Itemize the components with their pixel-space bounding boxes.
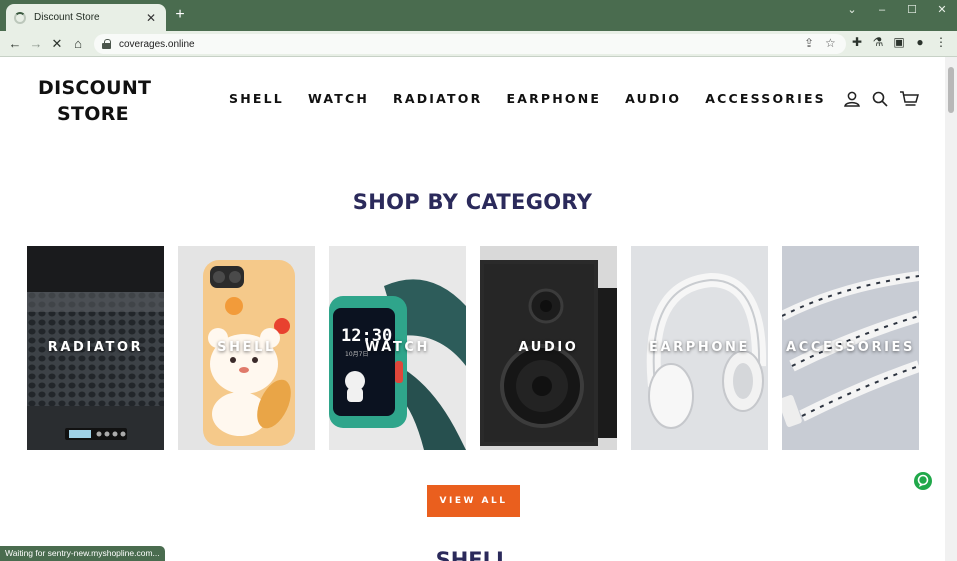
category-card-shell[interactable]: SHELL — [178, 246, 315, 450]
browser-toolbar: ← → ✕ ⌂ coverages.online ⇪ ☆ ✚ ⚗ ▣ ● ⋮ — [0, 31, 957, 57]
category-card-radiator[interactable]: RADIATOR — [27, 246, 164, 450]
logo-line-1: DISCOUNT — [38, 77, 152, 99]
search-icon[interactable] — [871, 90, 889, 108]
url-text: coverages.online — [119, 38, 195, 50]
category-card-audio[interactable]: AUDIO — [480, 246, 617, 450]
browser-status-bar: Waiting for sentry-new.myshopline.com... — [0, 546, 165, 561]
logo-line-2: STORE — [57, 103, 129, 125]
category-label: EARPHONE — [649, 340, 750, 355]
loading-spinner-icon — [14, 11, 26, 24]
page-scrollbar[interactable] — [945, 57, 957, 561]
nav-item-shell[interactable]: SHELL — [229, 91, 284, 106]
shop-by-category-title: SHOP BY CATEGORY — [352, 190, 593, 214]
category-label: AUDIO — [518, 340, 579, 355]
menu-kebab-icon[interactable]: ⋮ — [933, 35, 949, 49]
forward-arrow-icon[interactable]: → — [27, 35, 45, 53]
extensions-icon[interactable]: ✚ — [849, 35, 865, 49]
web-page: DISCOUNT STORE SHELL WATCH RADIATOR EARP… — [0, 57, 945, 561]
new-tab-button[interactable]: + — [172, 7, 188, 23]
share-icon[interactable]: ⇪ — [804, 36, 814, 50]
tab-search-icon[interactable]: ⌄ — [837, 0, 867, 20]
nav-item-earphone[interactable]: EARPHONE — [506, 91, 601, 106]
lock-icon — [102, 39, 111, 49]
view-all-button[interactable]: VIEW ALL — [427, 485, 520, 517]
close-window-button[interactable]: ✕ — [927, 0, 957, 20]
category-grid: RADIATOR SHELL 12:30 10月7日 WATCH AUDIO E… — [27, 246, 919, 450]
back-arrow-icon[interactable]: ← — [6, 35, 24, 53]
category-label: WATCH — [364, 340, 431, 355]
browser-tab-strip: Discount Store ✕ + ⌄ – ☐ ✕ — [0, 0, 957, 31]
nav-item-watch[interactable]: WATCH — [308, 91, 369, 106]
nav-item-radiator[interactable]: RADIATOR — [393, 91, 482, 106]
minimize-button[interactable]: – — [867, 0, 897, 20]
profile-avatar-icon[interactable]: ● — [912, 35, 928, 49]
nav-item-accessories[interactable]: ACCESSORIES — [705, 91, 826, 106]
category-label: RADIATOR — [47, 340, 144, 355]
category-label: ACCESSORIES — [786, 340, 915, 355]
address-bar[interactable]: coverages.online ⇪ ☆ — [94, 34, 846, 54]
maximize-button[interactable]: ☐ — [897, 0, 927, 20]
cart-icon[interactable] — [899, 90, 919, 108]
browser-tab[interactable]: Discount Store ✕ — [6, 4, 166, 31]
tab-title: Discount Store — [34, 12, 100, 23]
scrollbar-thumb[interactable] — [948, 67, 954, 113]
store-logo[interactable]: DISCOUNT STORE — [38, 75, 152, 127]
nav-item-audio[interactable]: AUDIO — [625, 91, 681, 106]
chat-widget-icon[interactable] — [914, 472, 932, 490]
labs-flask-icon[interactable]: ⚗ — [870, 35, 886, 49]
category-label: SHELL — [217, 340, 276, 355]
tab-close-icon[interactable]: ✕ — [144, 11, 158, 25]
category-card-accessories[interactable]: ACCESSORIES — [782, 246, 919, 450]
bookmark-star-icon[interactable]: ☆ — [825, 36, 836, 50]
home-icon[interactable]: ⌂ — [69, 35, 87, 53]
category-card-earphone[interactable]: EARPHONE — [631, 246, 768, 450]
stop-loading-icon[interactable]: ✕ — [48, 35, 66, 53]
category-card-watch[interactable]: 12:30 10月7日 WATCH — [329, 246, 466, 450]
window-controls: ⌄ – ☐ ✕ — [837, 0, 957, 20]
side-panel-icon[interactable]: ▣ — [891, 35, 907, 49]
account-icon[interactable] — [843, 90, 861, 108]
main-navigation: SHELL WATCH RADIATOR EARPHONE AUDIO ACCE… — [229, 91, 826, 106]
